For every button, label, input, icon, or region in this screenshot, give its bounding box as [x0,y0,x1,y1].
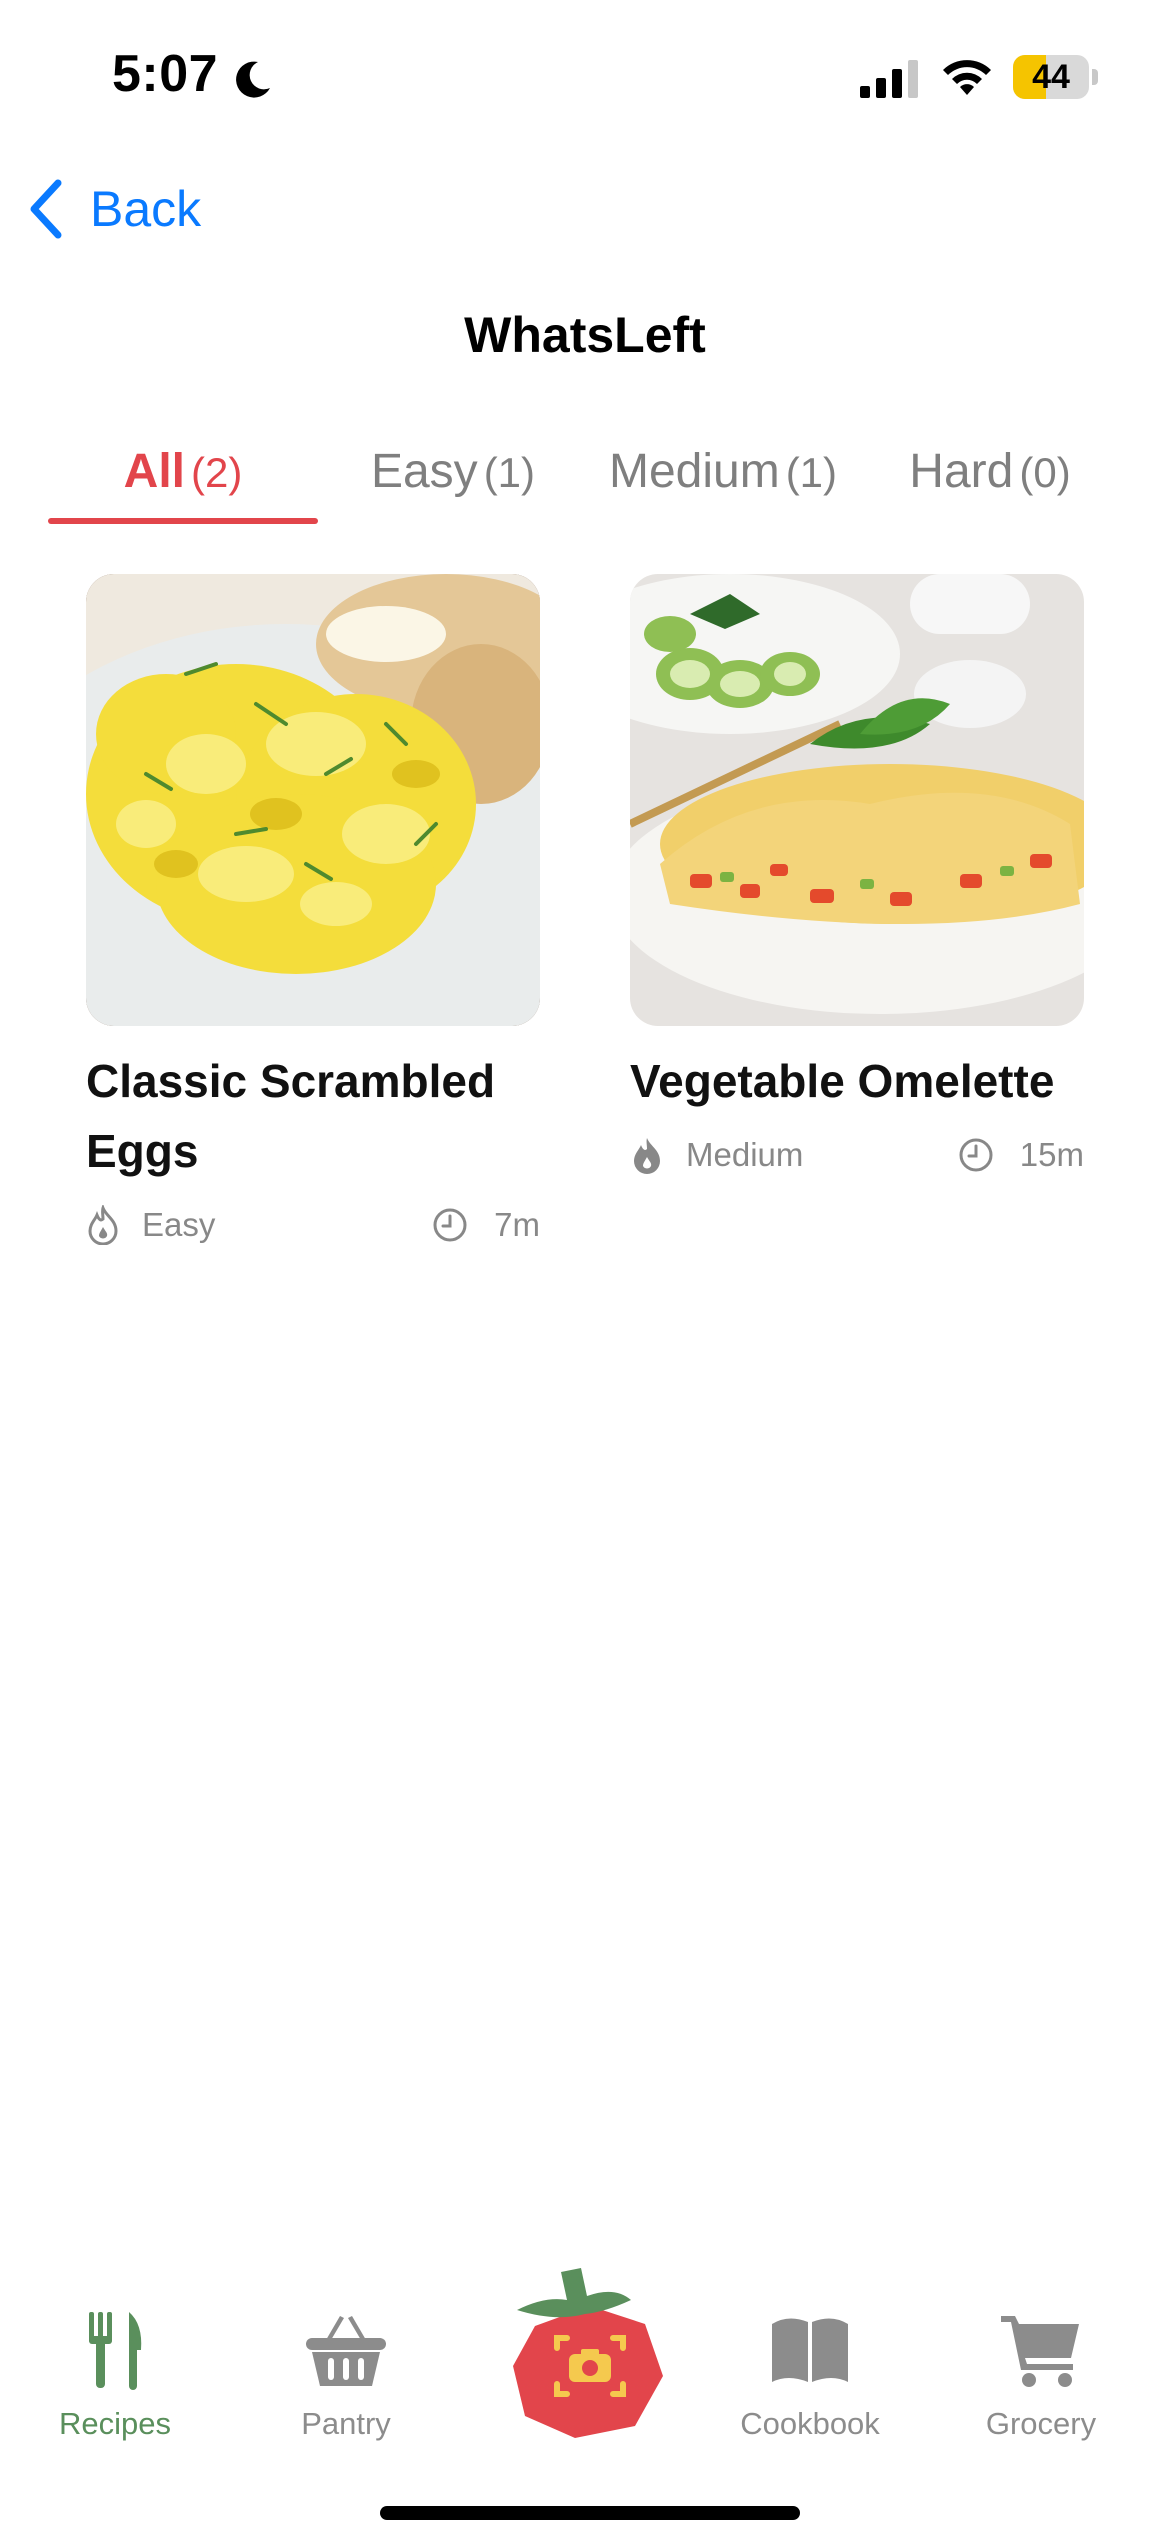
difficulty-label: Easy [142,1206,216,1243]
recipe-image-vegetable-omelette [630,574,1084,1026]
chevron-left-icon [30,179,62,239]
cart-icon [1001,2316,1079,2387]
recipe-title: Classic Scrambled Eggs [86,1055,496,1177]
time-label: 7m [494,1206,540,1243]
basket-icon [306,2316,386,2386]
clock-icon [959,1138,993,1172]
recipe-card[interactable]: Classic Scrambled Eggs Easy 7m [86,574,540,1250]
tab-all[interactable]: All (2) [48,426,318,526]
status-bar: 5:07 44 [0,0,1170,150]
tabbar-item-recipes[interactable]: Recipes [15,2310,215,2442]
tab-medium[interactable]: Medium (1) [588,426,858,526]
recipe-image-scrambled-eggs [86,574,540,1026]
tab-count: (1) [483,449,536,496]
tab-label: Medium [608,445,780,498]
flame-outline-icon [88,1205,118,1245]
recipe-title: Vegetable Omelette [630,1055,1055,1107]
scan-camera-button[interactable] [505,2266,675,2446]
difficulty-label: Medium [686,1136,804,1173]
moon-icon [236,61,270,98]
home-indicator [380,2506,800,2520]
time-label: 15m [1019,1136,1084,1173]
tabbar-item-grocery[interactable]: Grocery [941,2310,1141,2442]
tab-label: All [123,445,185,498]
back-label: Back [90,181,202,237]
time-info: 15m [958,1130,1084,1180]
back-button[interactable]: Back [26,176,201,242]
active-tab-indicator [48,518,318,524]
tomato-camera-icon [513,2268,663,2438]
recipe-meta: Easy 7m [86,1200,540,1250]
tab-count: (0) [1019,449,1071,496]
tabbar-label: Grocery [985,2406,1097,2441]
clock-icon [433,1208,467,1242]
tab-label: Hard [909,445,1014,498]
tab-easy[interactable]: Easy (1) [318,426,588,526]
tab-count: (1) [785,449,838,496]
tabbar-label: Recipes [59,2406,171,2441]
difficulty-info: Easy [86,1200,215,1250]
tab-hard[interactable]: Hard (0) [858,426,1122,526]
tabbar-label: Pantry [301,2406,391,2441]
wifi-icon [943,60,991,95]
recipe-meta: Medium 15m [630,1130,1084,1180]
status-time: 5:07 [112,45,219,103]
battery-indicator: 44 [1013,55,1099,99]
page-title: WhatsLeft [464,307,706,363]
tab-label: Easy [370,445,478,498]
tabbar-label: Cookbook [740,2406,880,2441]
book-icon [772,2318,848,2382]
fork-knife-icon [89,2312,142,2390]
battery-percent: 44 [1032,58,1070,96]
tab-count: (2) [191,449,243,496]
flame-filled-icon [634,1138,660,1174]
difficulty-info: Medium [630,1130,803,1180]
cellular-signal-icon [860,60,918,98]
time-info: 7m [432,1200,540,1250]
recipe-card[interactable]: Vegetable Omelette Medium 15m [630,574,1084,1180]
difficulty-tabs: All (2) Easy (1) Medium (1) Hard (0) [48,426,1122,526]
tabbar-item-cookbook[interactable]: Cookbook [710,2310,910,2442]
tabbar-item-pantry[interactable]: Pantry [246,2310,446,2442]
